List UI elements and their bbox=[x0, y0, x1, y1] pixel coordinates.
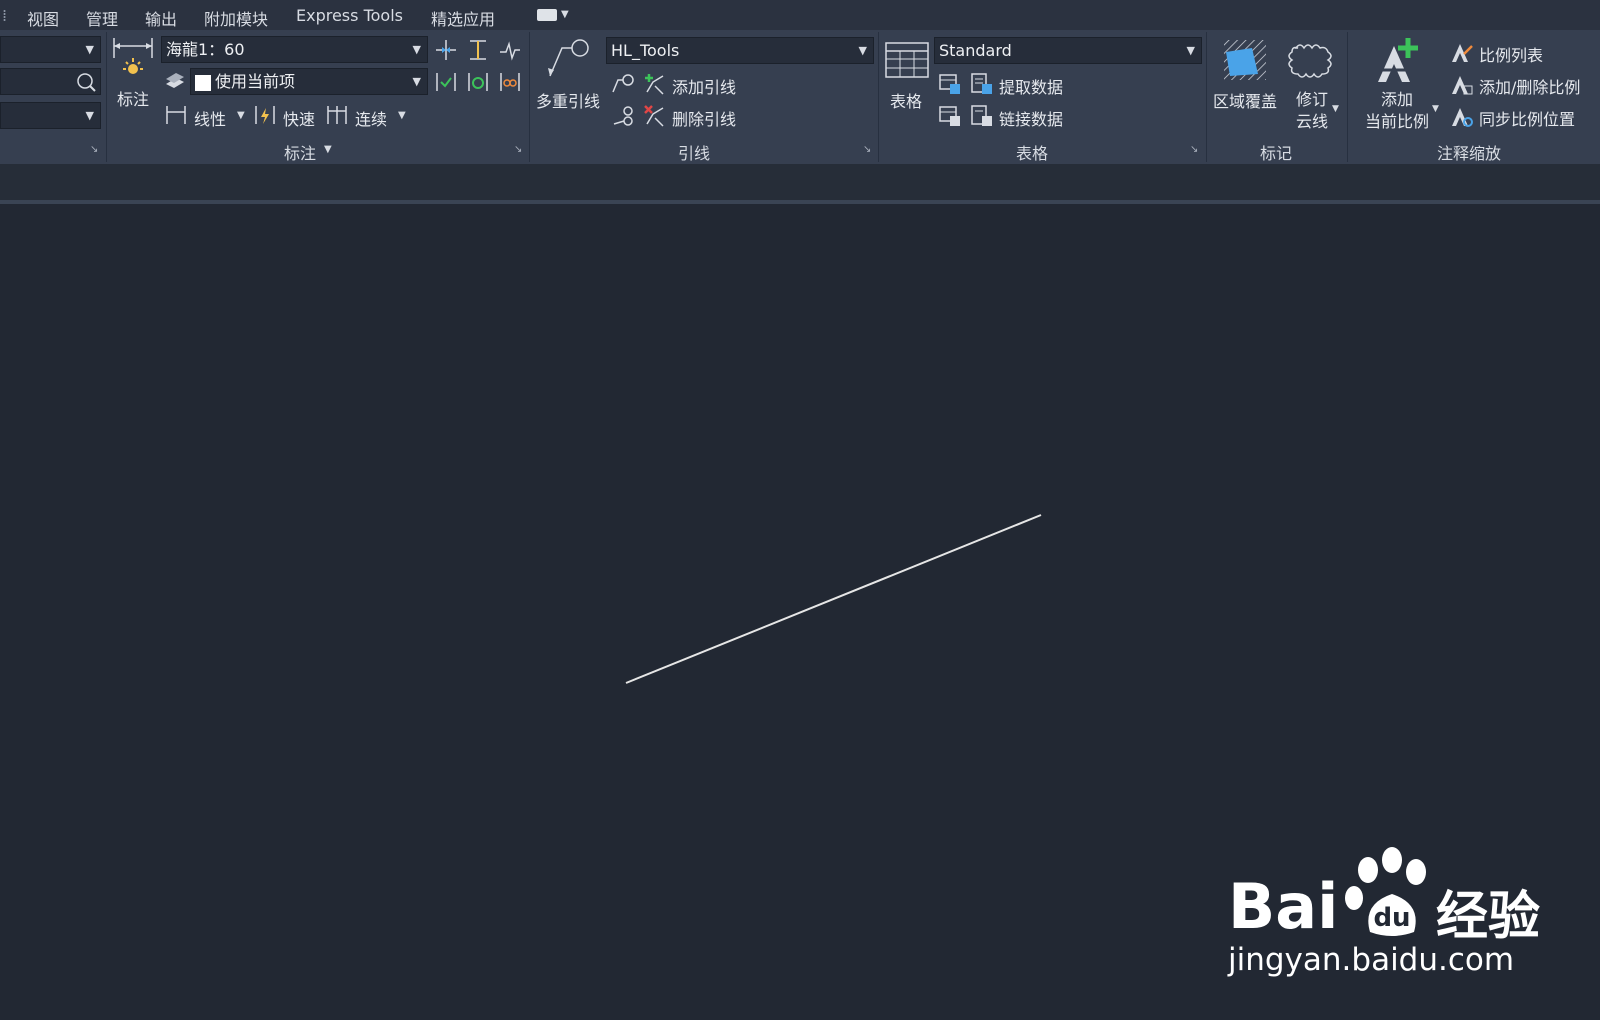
paw-logo-icon: du bbox=[1345, 847, 1426, 936]
baidu-watermark: Bai du 经验 jingyan.baidu.com bbox=[1228, 840, 1558, 990]
watermark-jingyan: 经验 bbox=[1436, 887, 1541, 947]
drawn-line[interactable] bbox=[625, 514, 1042, 684]
svg-text:du: du bbox=[1373, 903, 1410, 933]
watermark-url: jingyan.baidu.com bbox=[1228, 942, 1515, 978]
watermark-brand: Bai bbox=[1228, 870, 1339, 943]
